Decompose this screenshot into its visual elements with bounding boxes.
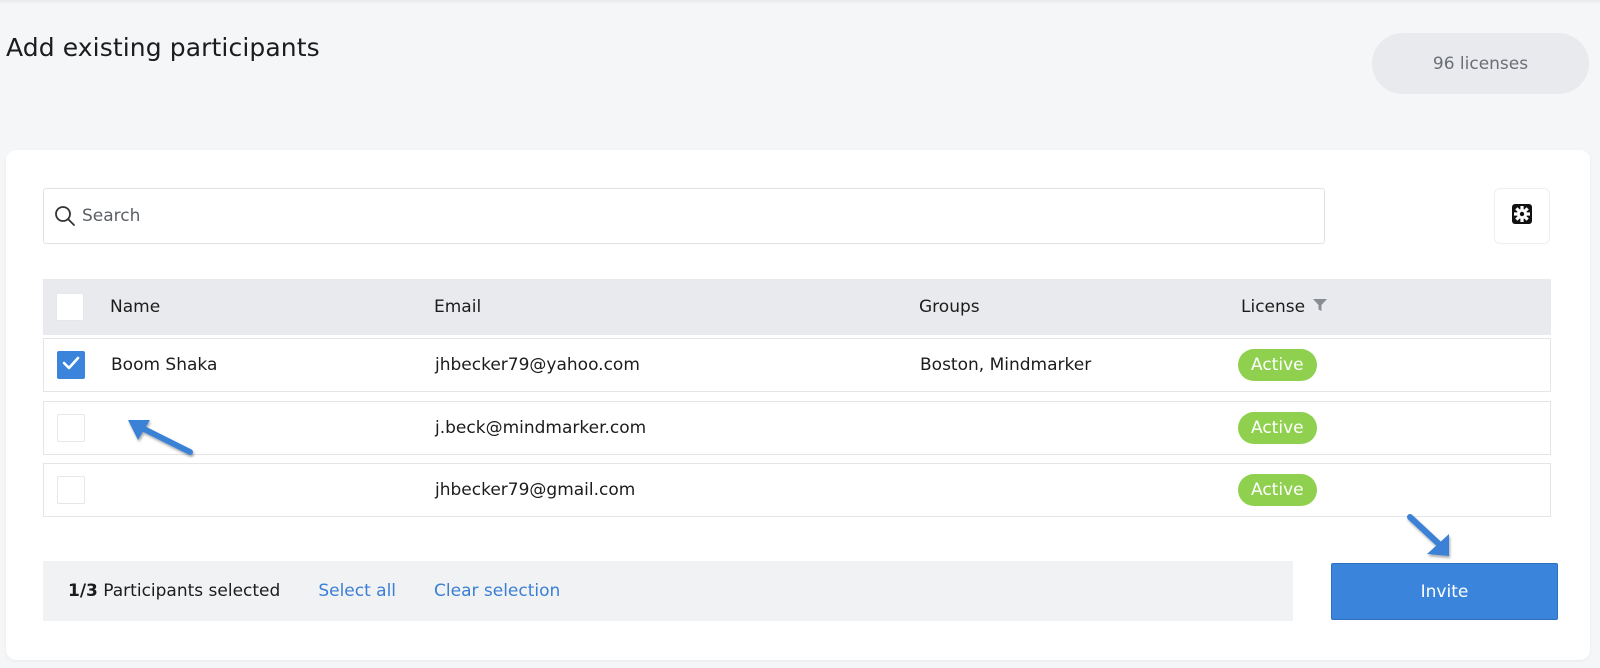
selection-count-number: 1/3 (68, 581, 98, 601)
table-header: Name Email Groups License (43, 279, 1551, 335)
license-status-badge: Active (1238, 349, 1317, 381)
row-checkbox[interactable] (57, 351, 85, 379)
column-settings-button[interactable] (1494, 188, 1550, 244)
clear-selection-link[interactable]: Clear selection (434, 581, 560, 601)
cell-groups: Boston, Mindmarker (920, 355, 1092, 375)
selection-bar: 1/3 Participants selected Select all Cle… (43, 561, 1293, 621)
cell-name: Boom Shaka (111, 355, 218, 375)
participants-card: Name Email Groups License Boom Shaka jhb… (6, 150, 1590, 660)
column-header-license[interactable]: License (1241, 297, 1328, 317)
filter-icon[interactable] (1313, 297, 1328, 317)
row-checkbox[interactable] (57, 414, 85, 442)
search-icon (54, 205, 76, 227)
license-count-badge: 96 licenses (1372, 33, 1589, 94)
selection-count: 1/3 Participants selected (68, 581, 280, 601)
select-all-checkbox[interactable] (56, 293, 84, 321)
cell-email: j.beck@mindmarker.com (435, 418, 647, 438)
row-checkbox[interactable] (57, 476, 85, 504)
annotation-arrow-icon (128, 420, 193, 455)
selection-count-label: Participants selected (103, 581, 281, 601)
license-status-badge: Active (1238, 474, 1317, 506)
invite-button[interactable]: Invite (1331, 563, 1558, 620)
column-header-name[interactable]: Name (110, 297, 160, 317)
table-row[interactable]: Boom Shaka jhbecker79@yahoo.com Boston, … (43, 338, 1551, 392)
gear-icon (1510, 202, 1534, 230)
search-input[interactable] (82, 206, 1282, 226)
column-header-license-label: License (1241, 297, 1306, 317)
cell-email: jhbecker79@gmail.com (435, 480, 636, 500)
select-all-link[interactable]: Select all (318, 581, 396, 601)
table-row[interactable]: jhbecker79@gmail.com Active (43, 463, 1551, 517)
cell-email: jhbecker79@yahoo.com (435, 355, 640, 375)
top-shade (0, 0, 1600, 4)
annotation-arrow-icon (1407, 514, 1449, 556)
table-row[interactable]: j.beck@mindmarker.com Active (43, 401, 1551, 455)
column-header-groups[interactable]: Groups (919, 297, 980, 317)
search-box[interactable] (43, 188, 1325, 244)
check-icon (62, 355, 80, 375)
page-title: Add existing participants (6, 33, 320, 62)
column-header-email[interactable]: Email (434, 297, 481, 317)
license-status-badge: Active (1238, 412, 1317, 444)
